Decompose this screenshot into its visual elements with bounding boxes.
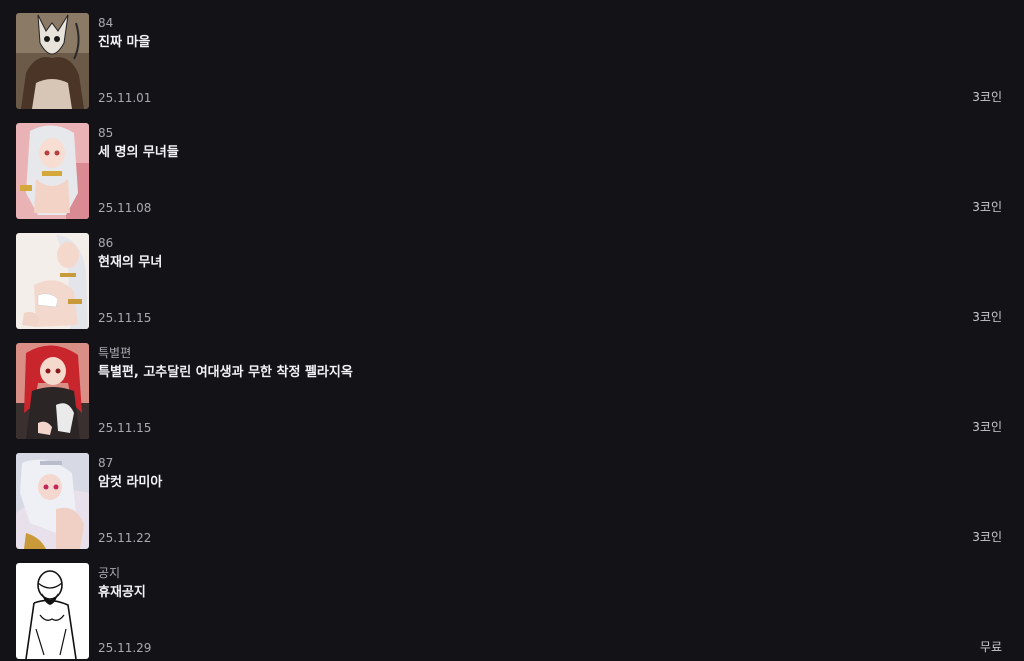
episode-thumbnail[interactable] bbox=[16, 13, 89, 109]
episode-number: 84 bbox=[98, 16, 114, 30]
episode-thumbnail[interactable] bbox=[16, 343, 89, 439]
episode-title[interactable]: 진짜 마을 bbox=[98, 34, 150, 52]
episode-number: 특별편 bbox=[98, 346, 132, 360]
episode-number: 공지 bbox=[98, 566, 121, 580]
episode-list: 84 진짜 마을 25.11.01 3코인 85 세 명의 무녀들 25.11.… bbox=[0, 0, 1024, 661]
episode-date: 25.11.01 bbox=[98, 91, 152, 105]
episode-number: 87 bbox=[98, 456, 114, 470]
episode-thumbnail[interactable] bbox=[16, 453, 89, 549]
episode-title[interactable]: 휴재공지 bbox=[98, 584, 146, 602]
episode-date: 25.11.29 bbox=[98, 641, 152, 655]
episode-date: 25.11.22 bbox=[98, 531, 152, 545]
episode-date: 25.11.08 bbox=[98, 201, 152, 215]
episode-thumbnail[interactable] bbox=[16, 123, 89, 219]
episode-price: 3코인 bbox=[972, 310, 1002, 324]
episode-price: 3코인 bbox=[972, 200, 1002, 214]
episode-title[interactable]: 암컷 라미아 bbox=[98, 474, 162, 492]
episode-thumbnail[interactable] bbox=[16, 563, 89, 659]
episode-number: 86 bbox=[98, 236, 114, 250]
episode-number: 85 bbox=[98, 126, 114, 140]
episode-thumbnail[interactable] bbox=[16, 233, 89, 329]
episode-title[interactable]: 세 명의 무녀들 bbox=[98, 144, 179, 162]
episode-price: 3코인 bbox=[972, 530, 1002, 544]
episode-title[interactable]: 현재의 무녀 bbox=[98, 254, 162, 272]
episode-title[interactable]: 특별편, 고추달린 여대생과 무한 착정 펠라지옥 bbox=[98, 364, 353, 382]
episode-price: 3코인 bbox=[972, 90, 1002, 104]
episode-row[interactable]: 공지 휴재공지 25.11.29 무료 bbox=[0, 561, 1024, 661]
episode-row[interactable]: 특별편 특별편, 고추달린 여대생과 무한 착정 펠라지옥 25.11.15 3… bbox=[0, 341, 1024, 451]
episode-row[interactable]: 85 세 명의 무녀들 25.11.08 3코인 bbox=[0, 121, 1024, 231]
episode-price: 무료 bbox=[979, 640, 1002, 654]
episode-row[interactable]: 86 현재의 무녀 25.11.15 3코인 bbox=[0, 231, 1024, 341]
episode-price: 3코인 bbox=[972, 420, 1002, 434]
episode-date: 25.11.15 bbox=[98, 421, 152, 435]
episode-date: 25.11.15 bbox=[98, 311, 152, 325]
episode-row[interactable]: 87 암컷 라미아 25.11.22 3코인 bbox=[0, 451, 1024, 561]
episode-row[interactable]: 84 진짜 마을 25.11.01 3코인 bbox=[0, 11, 1024, 121]
